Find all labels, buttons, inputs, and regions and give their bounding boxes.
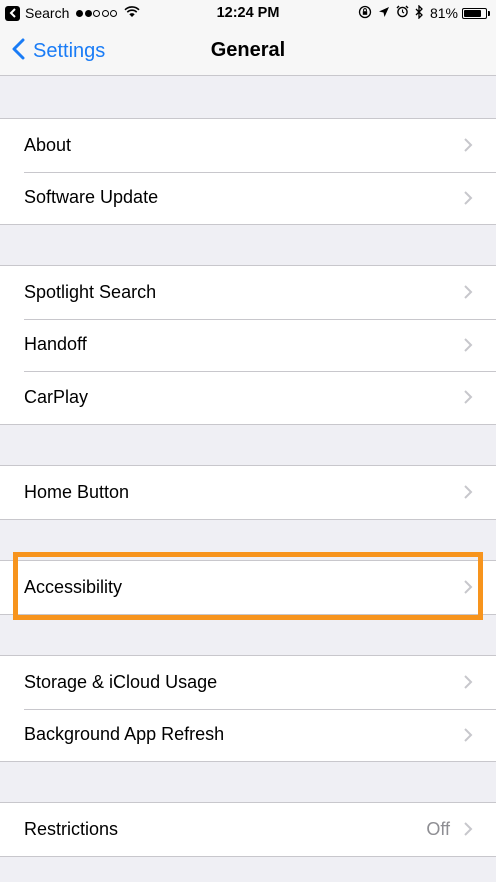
row-label: Home Button [24, 481, 130, 502]
chevron-right-icon [463, 337, 473, 358]
status-right: 81% [352, 3, 490, 22]
battery-percentage: 81% [429, 5, 458, 21]
row-accessibility[interactable]: Accessibility [0, 561, 496, 614]
row-home-button[interactable]: Home Button [0, 466, 496, 519]
chevron-right-icon [463, 727, 473, 748]
settings-group-6: Restrictions Off [0, 802, 496, 857]
row-label: Storage & iCloud Usage [24, 671, 218, 692]
row-label: Handoff [24, 334, 87, 355]
settings-group-1: About Software Update [0, 118, 496, 225]
orientation-lock-icon [358, 5, 372, 22]
chevron-right-icon [463, 284, 473, 305]
row-label: Restrictions [24, 818, 119, 839]
chevron-right-icon [463, 190, 473, 211]
row-storage-icloud-usage[interactable]: Storage & iCloud Usage [0, 656, 496, 709]
row-label: Background App Refresh [24, 724, 225, 745]
row-label: Spotlight Search [24, 281, 157, 302]
alarm-icon [396, 5, 409, 21]
row-label: Software Update [24, 187, 159, 208]
bluetooth-icon [415, 3, 424, 22]
chevron-right-icon [463, 137, 473, 158]
row-label: CarPlay [24, 386, 89, 407]
chevron-right-icon [463, 579, 473, 600]
page-title: General [210, 39, 286, 61]
row-about[interactable]: About [0, 119, 496, 172]
settings-group-3: Home Button [0, 465, 496, 520]
row-spotlight-search[interactable]: Spotlight Search [0, 266, 496, 319]
chevron-right-icon [463, 389, 473, 410]
row-label: Accessibility [24, 576, 123, 597]
chevron-right-icon [463, 674, 473, 695]
navigation-bar: Settings General [0, 26, 496, 76]
settings-group-4: Accessibility [0, 560, 496, 615]
row-software-update[interactable]: Software Update [0, 171, 496, 225]
row-carplay[interactable]: CarPlay [0, 371, 496, 424]
chevron-right-icon [463, 821, 473, 842]
row-handoff[interactable]: Handoff [0, 318, 496, 372]
settings-group-2: Spotlight Search Handoff CarPlay [0, 265, 496, 425]
row-label: About [24, 134, 72, 155]
row-restrictions[interactable]: Restrictions Off [0, 803, 496, 856]
chevron-right-icon [463, 484, 473, 505]
battery-icon [462, 7, 490, 19]
settings-group-5: Storage & iCloud Usage Background App Re… [0, 655, 496, 762]
row-background-app-refresh[interactable]: Background App Refresh [0, 708, 496, 762]
restrictions-value: Off [426, 818, 450, 839]
location-icon [378, 5, 390, 21]
status-bar: Search 12:24 PM 81% [0, 0, 496, 26]
